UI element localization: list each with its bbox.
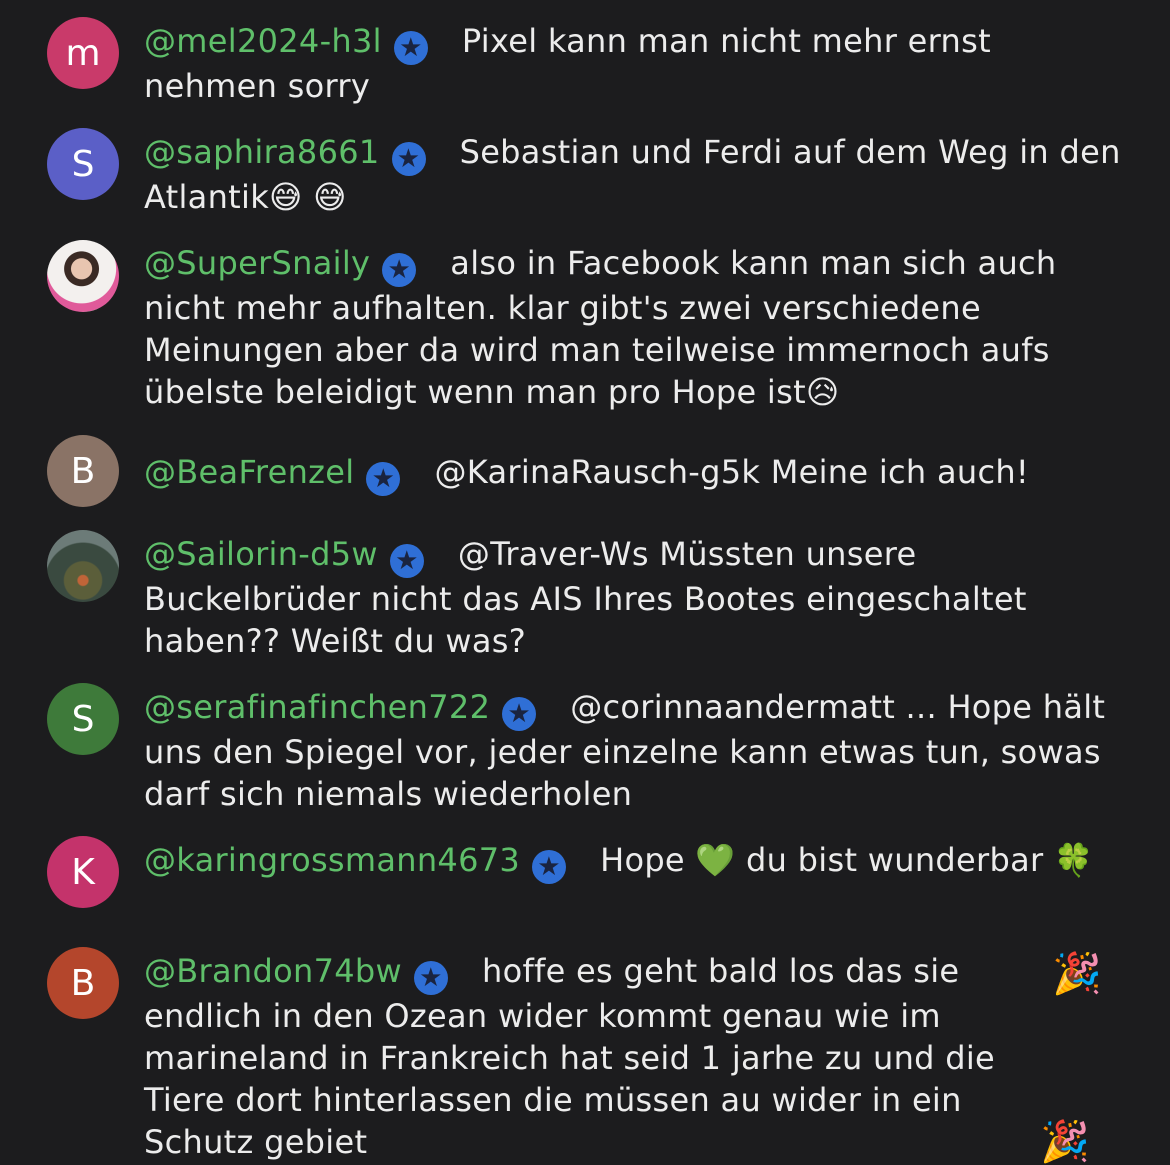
verified-star-badge-icon: ★ [391,142,426,176]
comment-text: @KarinaRausch-g5k Meine ich auch! [434,453,1030,491]
verified-star-badge-icon: ★ [393,31,428,65]
avatar[interactable] [47,240,119,312]
avatar[interactable]: S [47,683,119,755]
confetti-icon: 🎉 [1052,951,1102,997]
avatar[interactable]: m [47,17,119,89]
verified-star-badge-icon: ★ [502,697,537,731]
avatar[interactable]: B [47,435,119,507]
username[interactable]: @saphira8661 [144,133,380,171]
verified-star-badge-icon: ★ [382,253,417,287]
username[interactable]: @serafinafinchen722 [144,688,490,726]
avatar[interactable]: K [47,836,119,908]
verified-star-badge-icon: ★ [389,544,424,578]
username[interactable]: @SuperSnaily [144,244,370,282]
verified-star-badge-icon: ★ [413,961,448,995]
avatar[interactable]: B [47,947,119,1019]
verified-star-badge-icon: ★ [366,462,401,496]
confetti-icon: 🎉 [1040,1119,1090,1165]
username[interactable]: @Brandon74bw [144,952,402,990]
username[interactable]: @karingrossmann4673 [144,841,520,879]
username[interactable]: @mel2024-h3l [144,22,382,60]
username[interactable]: @BeaFrenzel [144,453,354,491]
username[interactable]: @Sailorin-d5w [144,535,378,573]
avatar[interactable]: S [47,128,119,200]
comment-text: Hope 💚 du bist wunderbar 🍀 [600,841,1095,879]
verified-star-badge-icon: ★ [532,850,567,884]
avatar[interactable] [47,530,119,602]
